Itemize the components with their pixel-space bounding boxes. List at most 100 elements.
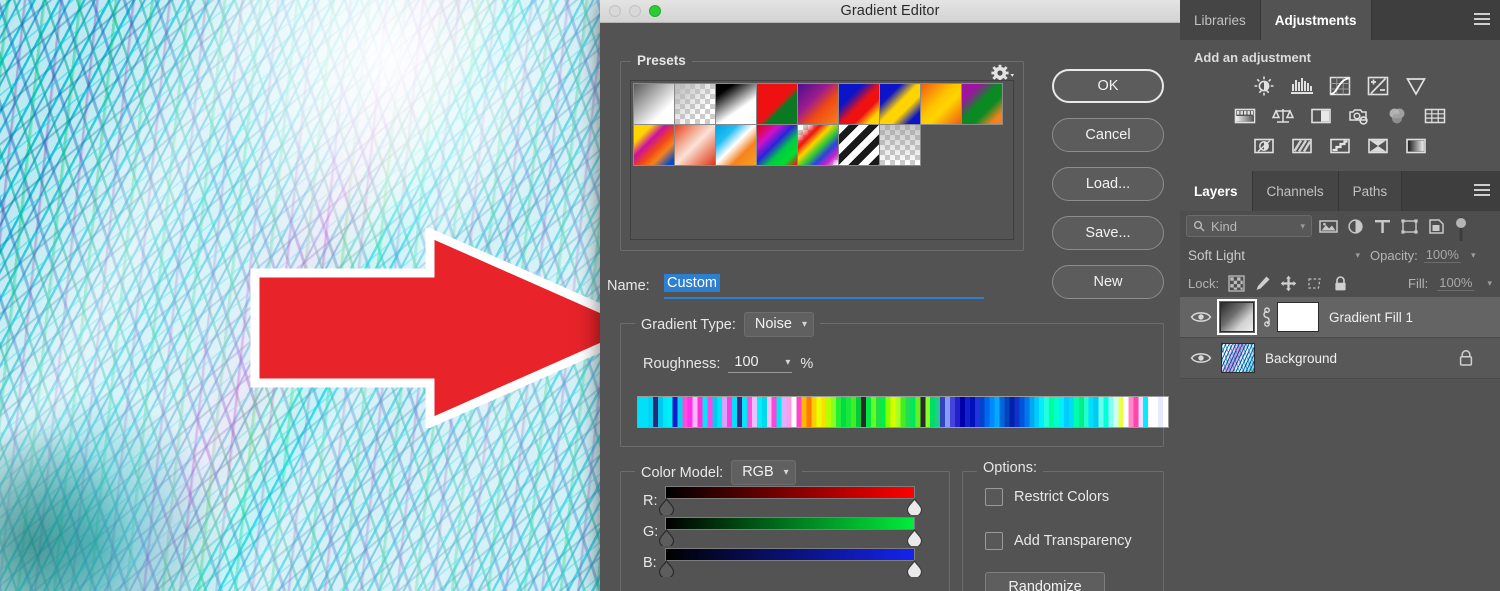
restrict-colors-checkbox[interactable] bbox=[985, 488, 1003, 506]
channel-g-track[interactable] bbox=[658, 517, 923, 549]
color-lookup-icon[interactable] bbox=[1423, 105, 1447, 127]
layer-row-background[interactable]: Background bbox=[1180, 338, 1500, 379]
preset-swatch-orange-yellow-orange[interactable] bbox=[920, 83, 962, 125]
tab-paths[interactable]: Paths bbox=[1338, 171, 1403, 211]
photo-dark-corner bbox=[0, 425, 132, 591]
channel-g-max-handle[interactable] bbox=[906, 528, 923, 549]
chevron-down-icon[interactable]: ▾ bbox=[1487, 278, 1492, 289]
curves-icon[interactable] bbox=[1328, 75, 1352, 97]
type-layer-filter-icon[interactable] bbox=[1372, 217, 1393, 236]
preset-swatch-violet-orange[interactable] bbox=[797, 83, 839, 125]
photo-thumbnail[interactable] bbox=[1221, 343, 1255, 373]
levels-icon[interactable] bbox=[1290, 75, 1314, 97]
filter-kind-select[interactable]: Kind ▾ bbox=[1186, 215, 1312, 237]
dialog-titlebar[interactable]: Gradient Editor bbox=[600, 0, 1180, 23]
presets-list[interactable] bbox=[630, 80, 1014, 240]
tab-channels[interactable]: Channels bbox=[1252, 171, 1339, 211]
lock-image-pixels-icon[interactable] bbox=[1254, 275, 1271, 292]
preset-swatch-transparent-stripes[interactable] bbox=[838, 124, 880, 166]
cancel-button[interactable]: Cancel bbox=[1052, 118, 1164, 152]
gradient-map-icon[interactable] bbox=[1404, 135, 1428, 157]
layer-mask-thumbnail[interactable] bbox=[1277, 302, 1319, 332]
filter-enable-toggle[interactable] bbox=[1453, 216, 1474, 241]
preset-swatch-violet-green-orange[interactable] bbox=[961, 83, 1003, 125]
noise-gradient-preview[interactable] bbox=[637, 396, 1169, 428]
tab-channels-label: Channels bbox=[1266, 183, 1324, 199]
roughness-input[interactable]: 100 ▾ bbox=[728, 354, 793, 373]
channel-r-track[interactable] bbox=[658, 486, 923, 518]
opacity-value[interactable]: 100% bbox=[1423, 247, 1461, 263]
layer-visibility-eye-icon[interactable] bbox=[1190, 350, 1212, 366]
selective-color-icon[interactable] bbox=[1366, 135, 1390, 157]
tab-adjustments[interactable]: Adjustments bbox=[1260, 0, 1372, 40]
preset-swatch-blue-red-yellow[interactable] bbox=[838, 83, 880, 125]
load-button[interactable]: Load... bbox=[1052, 167, 1164, 201]
roughness-label: Roughness: bbox=[643, 355, 721, 372]
add-transparency-row[interactable]: Add Transparency bbox=[985, 532, 1132, 550]
preset-swatch-neutral-density[interactable] bbox=[879, 124, 921, 166]
lock-artboard-icon[interactable] bbox=[1306, 275, 1323, 292]
pixel-layer-filter-icon[interactable] bbox=[1318, 217, 1339, 236]
preset-swatch-fill bbox=[634, 125, 674, 165]
hamburger-menu-icon[interactable] bbox=[1474, 13, 1490, 25]
lock-position-icon[interactable] bbox=[1280, 275, 1297, 292]
layer-row-gradient-fill-1[interactable]: Gradient Fill 1 bbox=[1180, 297, 1500, 338]
restrict-colors-row[interactable]: Restrict Colors bbox=[985, 488, 1109, 506]
vibrance-icon[interactable] bbox=[1404, 75, 1428, 97]
gradient-name-input[interactable]: Custom bbox=[664, 274, 984, 299]
preset-swatch-blue-orange[interactable] bbox=[715, 124, 757, 166]
chevron-down-icon[interactable]: ▾ bbox=[785, 357, 790, 368]
shape-layer-filter-icon[interactable] bbox=[1399, 217, 1420, 236]
randomize-button[interactable]: Randomize bbox=[985, 572, 1105, 591]
preset-swatch-red-green[interactable] bbox=[756, 83, 798, 125]
hamburger-menu-icon[interactable] bbox=[1474, 184, 1490, 196]
chevron-down-icon[interactable]: ▾ bbox=[1471, 250, 1476, 261]
preset-swatch-blue-yellow-blue[interactable] bbox=[879, 83, 921, 125]
preset-swatch-black-to-white[interactable] bbox=[715, 83, 757, 125]
channel-mixer-icon[interactable] bbox=[1385, 105, 1409, 127]
black-white-icon[interactable] bbox=[1309, 105, 1333, 127]
posterize-icon[interactable] bbox=[1290, 135, 1314, 157]
tab-libraries[interactable]: Libraries bbox=[1180, 0, 1261, 40]
adjustment-layer-filter-icon[interactable] bbox=[1345, 217, 1366, 236]
link-layers-icon[interactable] bbox=[1260, 306, 1274, 328]
exposure-icon[interactable] bbox=[1366, 75, 1390, 97]
tab-layers[interactable]: Layers bbox=[1180, 171, 1253, 211]
channel-b-track[interactable] bbox=[658, 548, 923, 580]
gradient-type-select[interactable]: Noise ▾ bbox=[743, 312, 814, 337]
dialog-title: Gradient Editor bbox=[840, 3, 940, 19]
fill-value[interactable]: 100% bbox=[1437, 275, 1475, 291]
preset-swatch-copper[interactable] bbox=[674, 124, 716, 166]
color-model-select[interactable]: RGB ▾ bbox=[731, 460, 796, 485]
layer-thumbnail-selected-frame[interactable] bbox=[1217, 299, 1257, 335]
channel-b-max-handle[interactable] bbox=[906, 559, 923, 580]
ok-button[interactable]: OK bbox=[1052, 69, 1164, 103]
color-model-legend: Color Model: RGB ▾ bbox=[635, 460, 802, 485]
blend-mode-select[interactable]: Soft Light ▾ bbox=[1188, 244, 1364, 266]
channel-b-row: B: bbox=[643, 548, 923, 580]
preset-swatch-spectrum[interactable] bbox=[756, 124, 798, 166]
preset-swatch-yellow-magenta-blue[interactable] bbox=[633, 124, 675, 166]
preset-swatch-foreground-to-background[interactable] bbox=[633, 83, 675, 125]
photo-filter-icon[interactable] bbox=[1347, 105, 1371, 127]
threshold-icon[interactable] bbox=[1328, 135, 1352, 157]
search-icon bbox=[1193, 220, 1205, 232]
smart-object-filter-icon[interactable] bbox=[1426, 217, 1447, 236]
channel-g-min-handle[interactable] bbox=[658, 528, 675, 549]
channel-r-max-handle[interactable] bbox=[906, 497, 923, 518]
add-transparency-checkbox[interactable] bbox=[985, 532, 1003, 550]
channel-r-min-handle[interactable] bbox=[658, 497, 675, 518]
hue-saturation-icon[interactable] bbox=[1233, 105, 1257, 127]
channel-b-min-handle[interactable] bbox=[658, 559, 675, 580]
adjustments-panel-tabbar: Libraries Adjustments bbox=[1180, 0, 1500, 40]
invert-icon[interactable] bbox=[1252, 135, 1276, 157]
lock-all-icon[interactable] bbox=[1332, 275, 1349, 292]
color-balance-icon[interactable] bbox=[1271, 105, 1295, 127]
preset-swatch-foreground-to-transparent[interactable] bbox=[674, 83, 716, 125]
layer-visibility-eye-icon[interactable] bbox=[1190, 309, 1212, 325]
save-button[interactable]: Save... bbox=[1052, 216, 1164, 250]
brightness-contrast-icon[interactable] bbox=[1252, 75, 1276, 97]
preset-swatch-transparent-rainbow[interactable] bbox=[797, 124, 839, 166]
lock-transparent-pixels-icon[interactable] bbox=[1228, 274, 1245, 292]
gradient-type-legend: Gradient Type: Noise ▾ bbox=[635, 312, 820, 337]
